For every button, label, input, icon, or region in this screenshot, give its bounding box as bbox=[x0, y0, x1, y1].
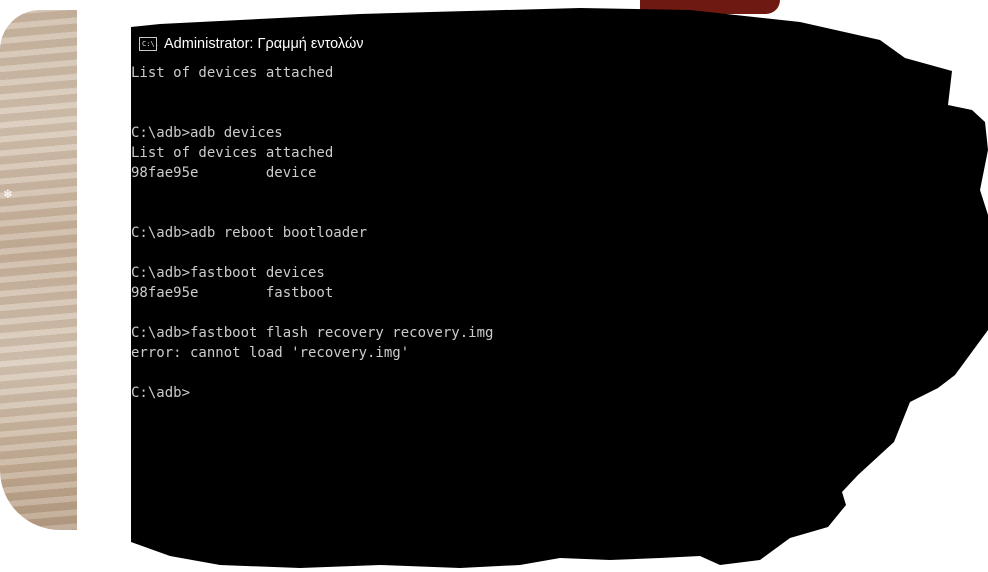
window-title: Administrator: Γραμμή εντολών bbox=[164, 36, 364, 52]
console-line: 98fae95e device bbox=[131, 165, 317, 181]
console-line: C:\adb>fastboot flash recovery recovery.… bbox=[131, 325, 494, 341]
screenshot-stage: ❄ C:\. Administrator: Γραμμή εντολών Lis… bbox=[0, 0, 988, 572]
console-line: List of devices attached bbox=[131, 145, 334, 161]
console-line: C:\adb>adb devices bbox=[131, 125, 283, 141]
console-window[interactable]: C:\. Administrator: Γραμμή εντολών List … bbox=[131, 27, 731, 547]
console-line: C:\adb>adb reboot bootloader bbox=[131, 225, 368, 241]
cmd-icon-glyph: C:\. bbox=[142, 40, 159, 48]
console-line: error: cannot load 'recovery.img' bbox=[131, 345, 410, 361]
console-output[interactable]: List of devices attached C:\adb>adb devi… bbox=[131, 63, 493, 403]
cmd-icon[interactable]: C:\. bbox=[139, 37, 159, 51]
console-prompt[interactable]: C:\adb> bbox=[131, 383, 493, 403]
window-title-bar[interactable]: C:\. Administrator: Γραμμή εντολών bbox=[139, 35, 364, 53]
console-line: C:\adb>fastboot devices bbox=[131, 265, 325, 281]
console-line: 98fae95e fastboot bbox=[131, 285, 334, 301]
console-line: List of devices attached bbox=[131, 65, 334, 81]
